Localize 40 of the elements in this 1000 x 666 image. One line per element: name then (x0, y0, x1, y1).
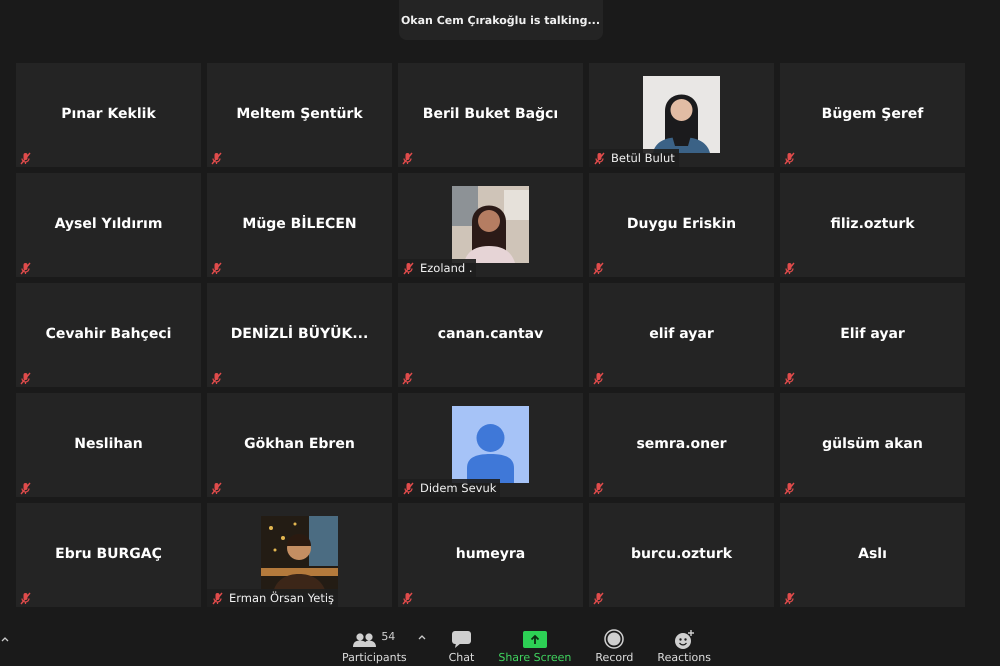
participant-name: Aysel Yıldırım (54, 216, 162, 232)
participant-name: burcu.ozturk (630, 546, 732, 562)
toolbar-button[interactable]: Chat (446, 628, 478, 664)
caret-icon[interactable] (1, 636, 9, 643)
participant-name: Meltem Şentürk (236, 106, 363, 122)
participant-name: semra.oner (636, 436, 727, 452)
user-avatar-icon (452, 406, 529, 483)
talking-banner: Okan Cem Çırakoğlu is talking... (398, 0, 602, 40)
participant-name: Betül Bulut (611, 151, 675, 165)
participant-name: Cevahir Bahçeci (46, 326, 172, 342)
participant-name: Bügem Şeref (822, 106, 924, 122)
caret-icon[interactable] (418, 634, 426, 641)
participant-name: Müge BİLECEN (242, 216, 357, 232)
participant-name: Gökhan Ebren (244, 436, 355, 452)
participant-name: Erman Örsan Yetiş (229, 591, 334, 605)
participant-name: Aslı (858, 546, 887, 562)
share-screen-icon (522, 630, 547, 648)
participant-name: gülsüm akan (822, 436, 923, 452)
participant-name: Ebru BURGAÇ (55, 546, 162, 562)
participant-name: humeyra (456, 546, 526, 562)
toolbar-button[interactable]: Record (592, 628, 636, 664)
participant-count: 54 (381, 630, 396, 642)
toolbar-button[interactable]: 54 Participants (339, 628, 410, 664)
participant-name: Didem Sevuk (420, 481, 496, 495)
share-screen-button[interactable]: Share Screen (495, 628, 574, 664)
smiley-icon (674, 630, 694, 648)
participant-name: Duygu Eriskin (626, 216, 736, 232)
toolbar-button[interactable]: Reactions (654, 628, 714, 664)
participant-name: filiz.ozturk (830, 216, 915, 232)
participant-name: Neslihan (74, 436, 143, 452)
participant-name: Elif ayar (840, 326, 905, 342)
participant-name: canan.cantav (438, 326, 544, 342)
chat-icon (452, 630, 471, 648)
participant-name: elif ayar (649, 326, 714, 342)
participant-name: Beril Buket Bağcı (422, 106, 558, 122)
participant-name: Ezoland . (420, 261, 472, 275)
record-icon (604, 629, 624, 649)
people-icon (353, 632, 376, 646)
participant-name: DENİZLİ BÜYÜK... (230, 326, 368, 342)
participant-name: Pınar Keklik (61, 106, 156, 122)
